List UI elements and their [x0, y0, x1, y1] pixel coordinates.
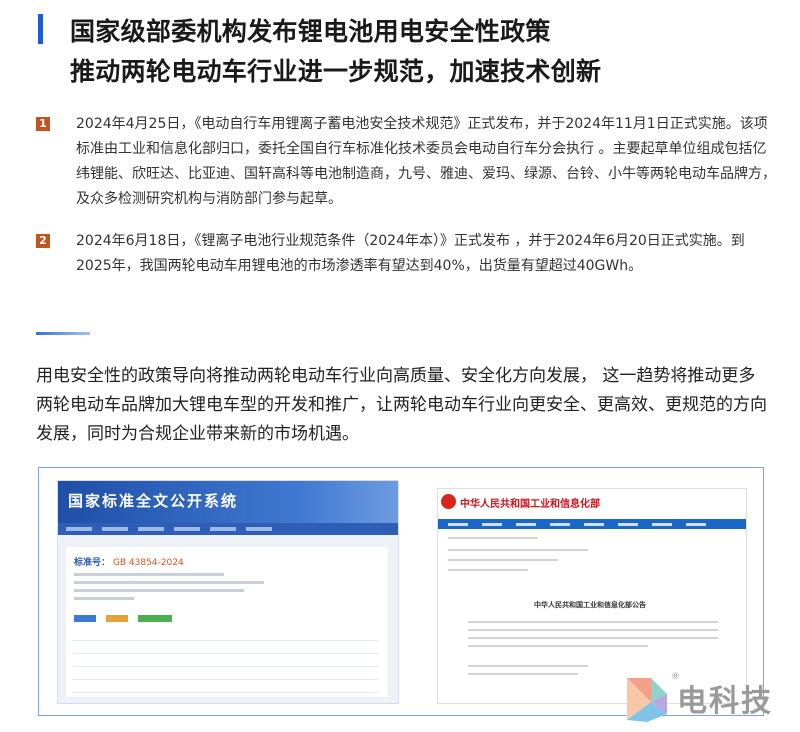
info-row — [72, 670, 378, 680]
section-divider — [36, 332, 90, 335]
policy-item-text: 2024年6月18日，《锂离子电池行业规范条件（2024年本）》正式发布 ，并于… — [76, 233, 745, 274]
standard-number-value: GB 43854-2024 — [112, 558, 184, 568]
policy-item-2: 2 2024年6月18日，《锂离子电池行业规范条件（2024年本）》正式发布 ，… — [36, 229, 776, 279]
miit-site-nav — [438, 519, 746, 529]
item-number-badge: 2 — [36, 234, 50, 248]
standards-site-title: 国家标准全文公开系统 — [68, 492, 239, 510]
info-row — [72, 644, 378, 654]
brand-mark-icon — [627, 678, 667, 722]
standards-site-header: 国家标准全文公开系统 — [58, 481, 398, 523]
item-number-badge: 1 — [36, 117, 50, 131]
standard-number: 标准号： GB 43854-2024 — [74, 555, 184, 568]
brand-logo-text: 电科技 — [677, 684, 773, 719]
summary-paragraph: 用电安全性的政策导向将推动两轮电动车行业向高质量、安全化方向发展， 这一趋势将推… — [36, 366, 767, 444]
standard-number-label: 标准号： — [74, 558, 111, 568]
info-row — [72, 683, 378, 693]
title-line-2: 推动两轮电动车行业进一步规范，加速技术创新 — [70, 57, 602, 86]
miit-site-title: 中华人民共和国工业和信息化部 — [460, 499, 600, 510]
national-emblem-icon — [441, 494, 456, 509]
info-row — [72, 631, 378, 641]
miit-site-header: 中华人民共和国工业和信息化部 — [438, 489, 746, 519]
brand-logo: ® 电科技 — [625, 672, 795, 728]
policy-item-1: 1 2024年4月25日，《电动自行车用锂离子蓄电池安全技术规范》正式发布，并于… — [36, 112, 776, 212]
standards-system-screenshot: 国家标准全文公开系统 标准号： GB 43854-2024 — [57, 480, 399, 704]
title-accent-bar — [38, 14, 43, 44]
preview-button — [106, 615, 128, 622]
read-button — [138, 615, 172, 622]
download-button — [74, 615, 96, 622]
announcement-title: 中华人民共和国工业和信息化部公告 — [534, 601, 646, 609]
title-line-1: 国家级部委机构发布锂电池用电安全性政策 — [70, 17, 551, 46]
policy-item-text: 2024年4月25日，《电动自行车用锂离子蓄电池安全技术规范》正式发布，并于20… — [76, 116, 776, 207]
standards-site-nav — [58, 523, 398, 535]
standards-detail-panel: 标准号： GB 43854-2024 — [66, 547, 388, 697]
page-title: 国家级部委机构发布锂电池用电安全性政策 推动两轮电动车行业进一步规范，加速技术创… — [70, 12, 770, 92]
info-row — [72, 657, 378, 667]
